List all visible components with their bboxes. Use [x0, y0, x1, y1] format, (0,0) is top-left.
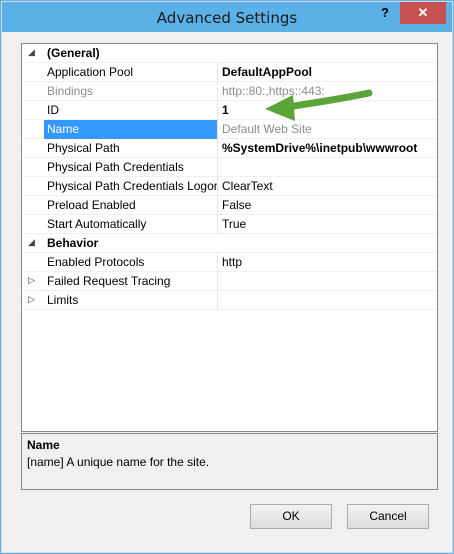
property-label: Enabled Protocols	[44, 253, 218, 272]
property-label: Physical Path Credentials Logon	[44, 177, 218, 196]
property-value[interactable]: Default Web Site	[219, 120, 437, 139]
property-label: Bindings	[44, 82, 218, 101]
property-label: Failed Request Tracing	[44, 272, 218, 291]
property-row-bindings[interactable]: Bindings http::80:,https::443:	[22, 82, 437, 101]
property-row-physical-path-credentials[interactable]: Physical Path Credentials	[22, 158, 437, 177]
property-value[interactable]	[219, 272, 437, 291]
property-value[interactable]	[219, 158, 437, 177]
category-label: Behavior	[47, 236, 99, 250]
collapsed-triangle-icon[interactable]: ▷	[28, 294, 35, 305]
category-general[interactable]: ◢ (General)	[22, 44, 437, 63]
property-label: ID	[44, 101, 218, 120]
property-value[interactable]: http::80:,https::443:	[219, 82, 437, 101]
dialog-body: ◢ (General) Application Pool DefaultAppP…	[9, 33, 447, 545]
category-behavior[interactable]: ◢ Behavior	[22, 234, 437, 253]
expanded-triangle-icon[interactable]: ◢	[28, 237, 35, 248]
title-bar[interactable]: Advanced Settings ? ✕	[2, 2, 452, 32]
property-row-failed-request-tracing[interactable]: ▷ Failed Request Tracing	[22, 272, 437, 291]
property-row-preload-enabled[interactable]: Preload Enabled False	[22, 196, 437, 215]
property-value[interactable]: False	[219, 196, 437, 215]
category-label: (General)	[47, 46, 100, 60]
property-label: Name	[44, 120, 218, 139]
expanded-triangle-icon[interactable]: ◢	[28, 47, 35, 58]
collapsed-triangle-icon[interactable]: ▷	[28, 275, 35, 286]
property-value[interactable]: True	[219, 215, 437, 234]
property-row-application-pool[interactable]: Application Pool DefaultAppPool	[22, 63, 437, 82]
description-text: [name] A unique name for the site.	[27, 455, 210, 469]
property-value[interactable]: http	[219, 253, 437, 272]
property-label: Start Automatically	[44, 215, 218, 234]
property-value[interactable]: 1	[219, 101, 437, 120]
description-panel: Name [name] A unique name for the site.	[21, 433, 438, 490]
property-grid: ◢ (General) Application Pool DefaultAppP…	[21, 43, 438, 432]
property-row-physical-path[interactable]: Physical Path %SystemDrive%\inetpub\wwwr…	[22, 139, 437, 158]
property-label: Physical Path Credentials	[44, 158, 218, 177]
ok-button[interactable]: OK	[250, 504, 332, 529]
property-value[interactable]: ClearText	[219, 177, 437, 196]
close-button[interactable]: ✕	[400, 2, 446, 24]
property-value[interactable]	[219, 291, 437, 310]
property-value[interactable]: DefaultAppPool	[219, 63, 437, 82]
property-row-start-automatically[interactable]: Start Automatically True	[22, 215, 437, 234]
property-row-name[interactable]: Name Default Web Site	[22, 120, 437, 139]
property-label: Application Pool	[44, 63, 218, 82]
property-row-limits[interactable]: ▷ Limits	[22, 291, 437, 310]
help-button[interactable]: ?	[373, 2, 397, 24]
property-label: Preload Enabled	[44, 196, 218, 215]
property-row-physical-path-credentials-logon[interactable]: Physical Path Credentials Logon ClearTex…	[22, 177, 437, 196]
property-row-id[interactable]: ID 1	[22, 101, 437, 120]
advanced-settings-dialog: Advanced Settings ? ✕ ◢ (General) Applic…	[0, 0, 454, 554]
property-label: Limits	[44, 291, 218, 310]
cancel-button[interactable]: Cancel	[347, 504, 429, 529]
description-title: Name	[27, 438, 60, 452]
property-row-enabled-protocols[interactable]: Enabled Protocols http	[22, 253, 437, 272]
property-value[interactable]: %SystemDrive%\inetpub\wwwroot	[219, 139, 437, 158]
property-label: Physical Path	[44, 139, 218, 158]
